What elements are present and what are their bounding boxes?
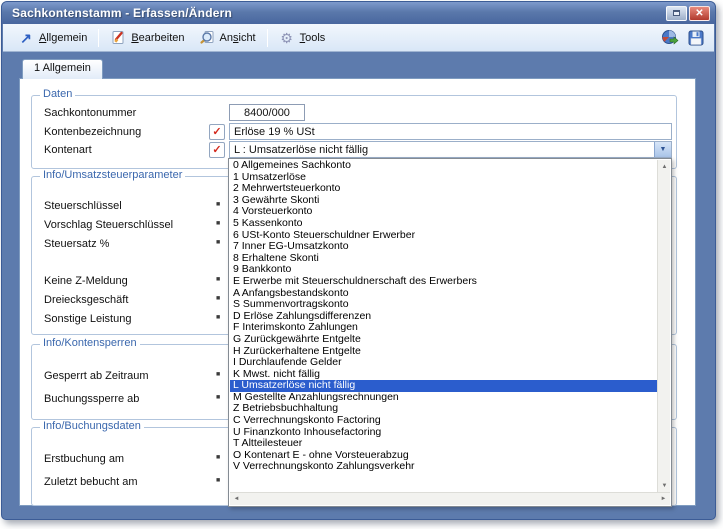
- restore-button[interactable]: [666, 6, 687, 21]
- field-marker-icon: ■: [216, 454, 220, 461]
- dropdown-option[interactable]: V Verrechnungskonto Zahlungsverkehr: [230, 461, 657, 473]
- chevron-down-icon: ▼: [660, 146, 667, 153]
- scroll-down-icon[interactable]: ▼: [658, 479, 671, 492]
- gears-icon: ⚙: [279, 30, 295, 46]
- close-button[interactable]: ✕: [689, 6, 710, 21]
- dropdown-option[interactable]: 7 Inner EG-Umsatzkonto: [230, 241, 657, 253]
- dropdown-button[interactable]: ▼: [654, 142, 671, 157]
- field-marker-icon: ■: [216, 276, 220, 283]
- kontenbezeichnung-input[interactable]: Erlöse 19 % USt: [229, 123, 672, 140]
- dropdown-option[interactable]: S Summenvortragskonto: [230, 299, 657, 311]
- dropdown-option[interactable]: C Verrechnungskonto Factoring: [230, 415, 657, 427]
- param-label: Buchungssperre ab: [44, 393, 139, 405]
- menu-item-bearbeiten[interactable]: Bearbeiten: [103, 27, 191, 49]
- edit-page-icon: [110, 30, 126, 46]
- dropdown-option[interactable]: 8 Erhaltene Skonti: [230, 253, 657, 265]
- toolbar-separator: [98, 29, 99, 47]
- dropdown-option[interactable]: E Erwerbe mit Steuerschuldnerschaft des …: [230, 276, 657, 288]
- scroll-right-icon[interactable]: ►: [657, 493, 670, 506]
- kontenart-value: L : Umsatzerlöse nicht fällig: [234, 144, 368, 156]
- param-label: Steuersatz %: [44, 238, 109, 250]
- scroll-left-icon[interactable]: ◄: [230, 493, 243, 506]
- menu-item-tools[interactable]: ⚙ Tools: [272, 27, 333, 49]
- save-disk-icon[interactable]: [686, 28, 706, 48]
- window-title: Sachkontenstamm - Erfassen/Ändern: [12, 6, 232, 20]
- param-label: Keine Z-Meldung: [44, 275, 128, 287]
- dropdown-option[interactable]: G Zurückgewährte Entgelte: [230, 334, 657, 346]
- menu-label: Bearbeiten: [131, 32, 184, 44]
- kontenart-label: Kontenart: [44, 144, 92, 156]
- dropdown-items: 0 Allgemeines Sachkonto 1 Umsatzerlöse 2…: [230, 160, 657, 492]
- restore-icon: [673, 10, 680, 16]
- dropdown-option[interactable]: 0 Allgemeines Sachkonto: [230, 160, 657, 172]
- magnifier-icon: [199, 30, 215, 46]
- kontenart-dropdown-list: 0 Allgemeines Sachkonto 1 Umsatzerlöse 2…: [228, 158, 672, 507]
- field-marker-icon: ■: [216, 220, 220, 227]
- app-window: Sachkontenstamm - Erfassen/Ändern ✕ ↗ Al…: [1, 1, 716, 520]
- kontenbezeichnung-label: Kontenbezeichnung: [44, 126, 141, 138]
- title-bar: Sachkontenstamm - Erfassen/Ändern ✕: [2, 2, 715, 24]
- vertical-scrollbar[interactable]: ▲ ▼: [657, 160, 670, 492]
- mandatory-check-icon[interactable]: ✓: [209, 124, 225, 140]
- field-marker-icon: ■: [216, 295, 220, 302]
- toolbar-separator: [267, 29, 268, 47]
- tab-allgemein[interactable]: 1 Allgemein: [22, 59, 103, 79]
- close-icon: ✕: [695, 8, 704, 19]
- param-label: Erstbuchung am: [44, 453, 124, 465]
- param-label: Sonstige Leistung: [44, 313, 131, 325]
- field-marker-icon: ■: [216, 371, 220, 378]
- field-marker-icon: ■: [216, 239, 220, 246]
- field-marker-icon: ■: [216, 314, 220, 321]
- mandatory-check-icon[interactable]: ✓: [209, 142, 225, 158]
- field-marker-icon: ■: [216, 477, 220, 484]
- menu-label: Tools: [300, 32, 326, 44]
- field-marker-icon: ■: [216, 394, 220, 401]
- dropdown-option[interactable]: 5 Kassenkonto: [230, 218, 657, 230]
- param-label: Vorschlag Steuerschlüssel: [44, 219, 173, 231]
- menu-toolbar: ↗ Allgemein Bearbeiten Ansicht ⚙ Tools: [3, 24, 714, 52]
- horizontal-scrollbar[interactable]: ◄ ►: [230, 492, 670, 505]
- arrow-up-right-icon: ↗: [18, 30, 34, 46]
- group-daten-label: Daten: [40, 88, 75, 100]
- param-label: Steuerschlüssel: [44, 200, 122, 212]
- menu-item-ansicht[interactable]: Ansicht: [192, 27, 263, 49]
- sachkontonummer-input[interactable]: 8400/000: [229, 104, 305, 121]
- param-label: Gesperrt ab Zeitraum: [44, 370, 149, 382]
- param-label: Dreiecksgeschäft: [44, 294, 128, 306]
- dropdown-option[interactable]: I Durchlaufende Gelder: [230, 357, 657, 369]
- field-row-kontenbezeichnung: Kontenbezeichnung ✓ Erlöse 19 % USt: [32, 123, 676, 140]
- field-row-kontenart: Kontenart ✓ L : Umsatzerlöse nicht fälli…: [32, 141, 676, 158]
- menu-item-allgemein[interactable]: ↗ Allgemein: [11, 27, 94, 49]
- sachkontonummer-label: Sachkontonummer: [44, 107, 136, 119]
- kontenart-combobox[interactable]: L : Umsatzerlöse nicht fällig ▼: [229, 141, 672, 158]
- field-row-sachkontonummer: Sachkontonummer 8400/000: [32, 104, 676, 121]
- menu-label: Allgemein: [39, 32, 87, 44]
- menu-label: Ansicht: [220, 32, 256, 44]
- scroll-up-icon[interactable]: ▲: [658, 160, 671, 173]
- pie-sphere-export-icon[interactable]: [660, 28, 680, 48]
- param-label: Zuletzt bebucht am: [44, 476, 138, 488]
- field-marker-icon: ■: [216, 201, 220, 208]
